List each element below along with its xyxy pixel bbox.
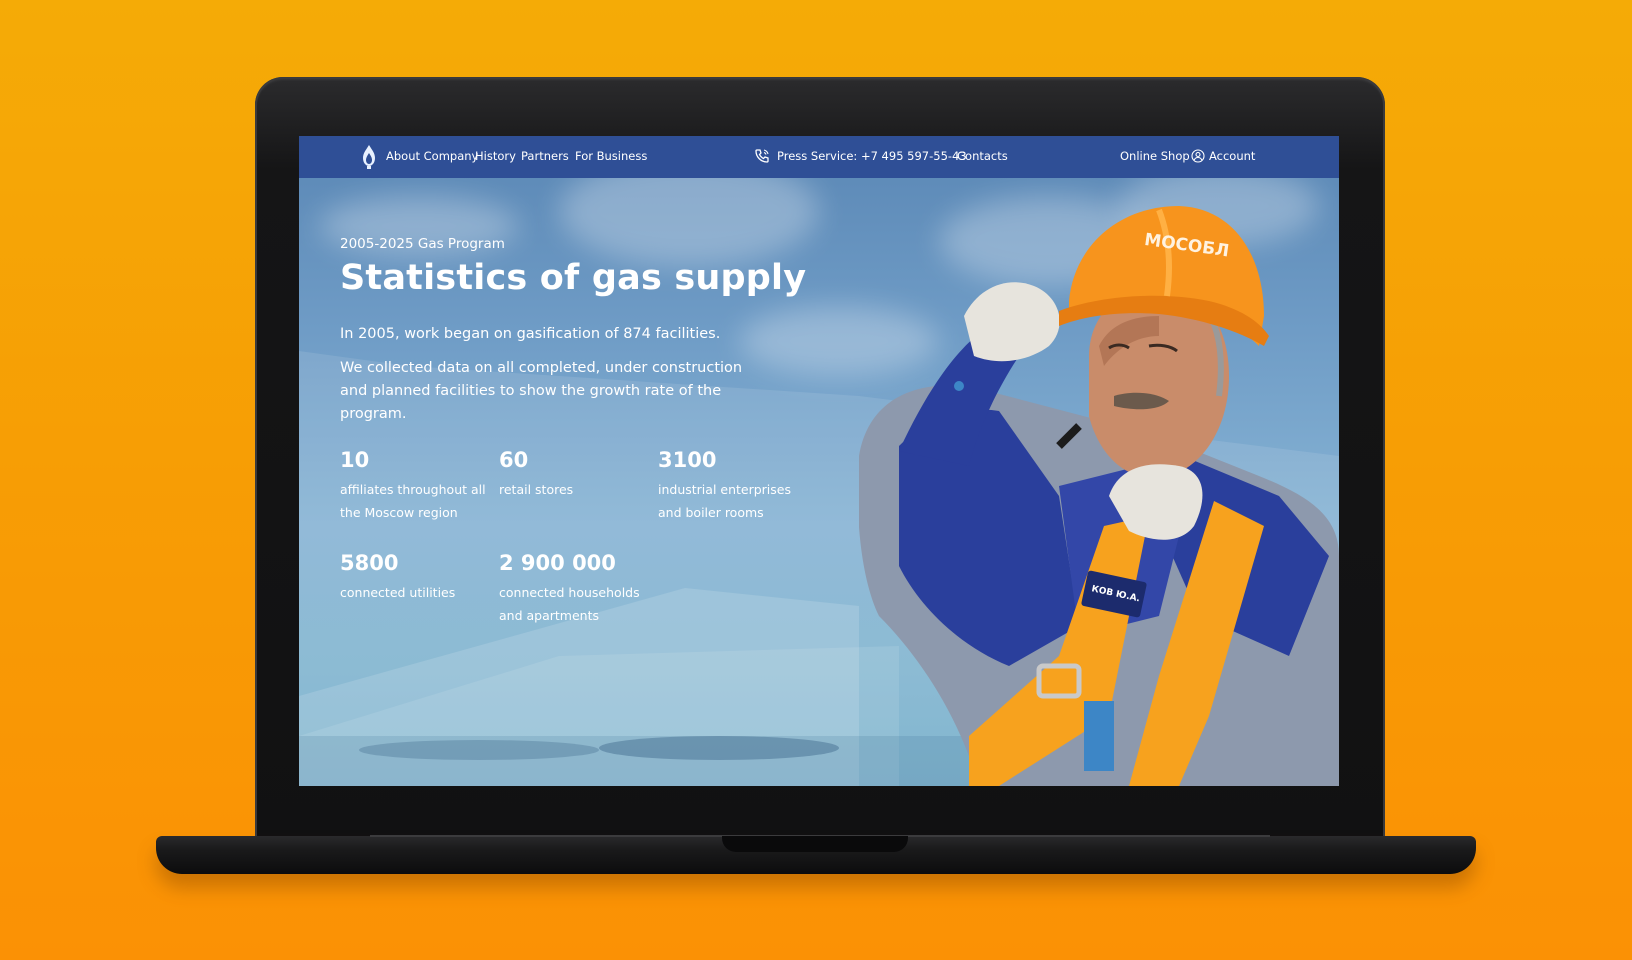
worker-photo: КОВ Ю.А. МОСОБЛ — [859, 206, 1339, 786]
flame-logo-icon[interactable] — [361, 144, 377, 170]
stat-label: industrial enterprises and boiler rooms — [658, 482, 791, 520]
phone-icon — [755, 149, 769, 163]
nav-for-business[interactable]: For Business — [575, 149, 647, 163]
stat-households: 2 900 000 connected households and apart… — [499, 551, 649, 627]
nav-online-shop[interactable]: Online Shop — [1120, 149, 1190, 163]
laptop-notch — [722, 836, 908, 852]
hero-paragraph-2: We collected data on all completed, unde… — [340, 360, 743, 422]
hero-paragraph-1: In 2005, work began on gasification of 8… — [340, 326, 721, 342]
stat-utilities: 5800 connected utilities — [340, 551, 490, 604]
stat-industrial: 3100 industrial enterprises and boiler r… — [658, 448, 808, 524]
stat-retail-stores: 60 retail stores — [499, 448, 649, 501]
stat-value: 3100 — [658, 448, 717, 472]
nav-partners[interactable]: Partners — [521, 149, 569, 163]
stat-label: connected households and apartments — [499, 585, 640, 623]
nav-about-company[interactable]: About Company — [386, 149, 478, 163]
laptop-screen: About Company History Partners For Busin… — [299, 136, 1339, 786]
user-icon[interactable] — [1191, 149, 1205, 163]
stat-value: 2 900 000 — [499, 551, 616, 575]
stat-label: retail stores — [499, 482, 574, 497]
press-service-phone[interactable]: Press Service: +7 495 597-55-43 — [777, 149, 967, 163]
stat-value: 5800 — [340, 551, 399, 575]
stat-value: 60 — [499, 448, 529, 472]
stat-label: connected utilities — [340, 585, 456, 600]
nav-history[interactable]: History — [475, 149, 516, 163]
stat-value: 10 — [340, 448, 370, 472]
nav-account[interactable]: Account — [1209, 149, 1255, 163]
stat-label: affiliates throughout all the Moscow reg… — [340, 482, 486, 520]
stat-affiliates: 10 affiliates throughout all the Moscow … — [340, 448, 490, 524]
page-title: Statistics of gas supply — [340, 258, 807, 298]
nav-contacts[interactable]: Contacts — [957, 149, 1008, 163]
hero-eyebrow: 2005-2025 Gas Program — [340, 236, 505, 252]
top-navbar: About Company History Partners For Busin… — [299, 136, 1339, 178]
